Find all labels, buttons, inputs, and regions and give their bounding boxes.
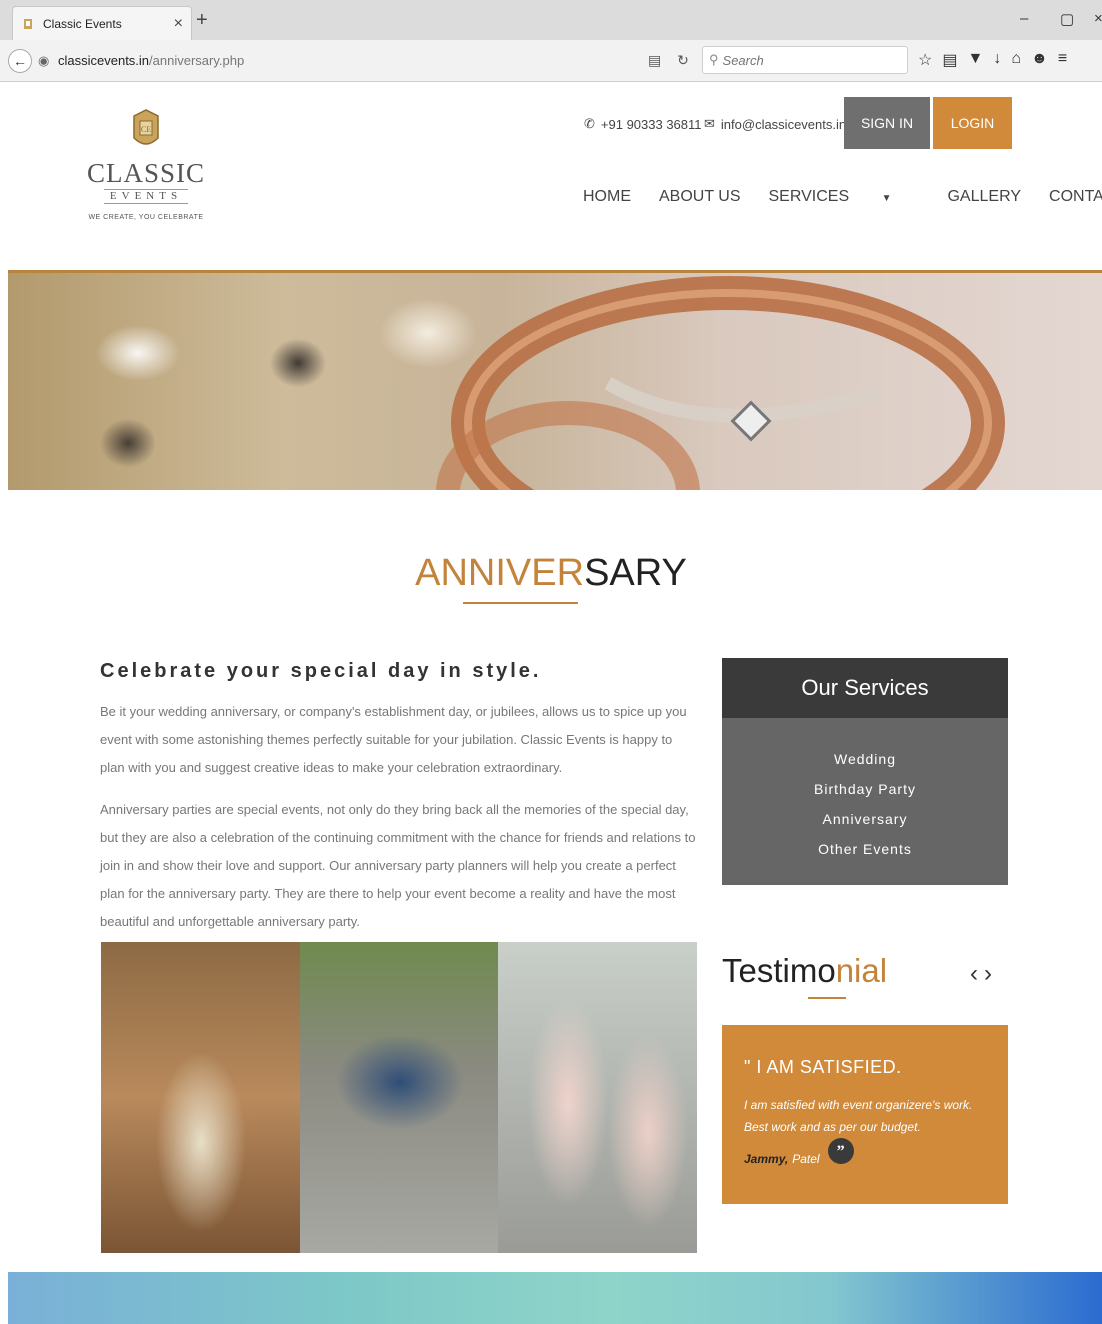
url-path: /anniversary.php — [149, 53, 245, 68]
page-title-accent: ANNIVER — [415, 552, 585, 594]
browser-nav-bar: ← ◉ classicevents.in/anniversary.php ▤ ↻… — [0, 40, 1102, 82]
footer-band — [8, 1272, 1102, 1324]
sign-in-button[interactable]: SIGN IN — [844, 97, 930, 149]
login-button[interactable]: LOGIN — [933, 97, 1012, 149]
gallery-photo-cake[interactable] — [101, 942, 300, 1253]
phone-icon: ✆ — [584, 116, 595, 131]
clipboard-icon[interactable]: ▤ — [942, 50, 957, 70]
tab-close-icon[interactable]: × — [174, 15, 183, 33]
email-contact[interactable]: ✉ info@classicevents.in — [704, 116, 846, 132]
phone-contact[interactable]: ✆ +91 90333 36811 — [584, 116, 702, 132]
service-link-birthday-party[interactable]: Birthday Party — [722, 774, 1008, 804]
nav-home[interactable]: HOME — [583, 188, 631, 206]
url-actions: ▤ ↻ — [648, 52, 689, 69]
testimonial-text: I am satisfied with event organizere's w… — [744, 1098, 973, 1134]
testimonial-carousel-controls: ‹› — [970, 960, 998, 988]
browser-tab[interactable]: Classic Events × — [12, 6, 192, 40]
download-icon[interactable]: ↓ — [993, 50, 1001, 70]
reload-icon[interactable]: ↻ — [677, 52, 689, 68]
home-icon[interactable]: ⌂ — [1011, 50, 1021, 70]
service-link-other-events[interactable]: Other Events — [722, 834, 1008, 864]
intro-paragraph-2: Anniversary parties are special events, … — [100, 802, 696, 929]
pocket-icon[interactable]: ▼ — [967, 50, 983, 70]
testimonial-author: Jammy, Patel ” — [744, 1138, 986, 1166]
nav-services[interactable]: SERVICES ▼ — [769, 188, 920, 206]
browser-toolbar: ☆ ▤ ▼ ↓ ⌂ ☻ ≡ — [918, 50, 1067, 70]
minimize-icon[interactable]: – — [1020, 10, 1028, 27]
page-title: ANNIVERSARY — [0, 552, 1102, 595]
services-list: Wedding Birthday Party Anniversary Other… — [722, 718, 1008, 864]
nav-gallery[interactable]: GALLERY — [947, 188, 1021, 206]
back-arrow-icon[interactable]: ← — [8, 49, 32, 73]
site-info-icon[interactable]: ◉ — [38, 53, 49, 69]
svg-text:CE: CE — [141, 125, 151, 134]
reader-view-icon[interactable]: ▤ — [648, 52, 661, 68]
phone-number: +91 90333 36811 — [600, 116, 702, 132]
photo-gallery — [101, 942, 698, 1253]
menu-icon[interactable]: ≡ — [1058, 50, 1067, 70]
nav-contact-us[interactable]: CONTACT US — [1049, 188, 1102, 206]
tab-title: Classic Events — [43, 16, 122, 31]
restore-icon[interactable]: ▢ — [1060, 10, 1074, 28]
testimonial-title-accent: nial — [835, 952, 888, 989]
new-tab-icon[interactable]: + — [196, 10, 208, 30]
author-last-name: Patel — [792, 1152, 820, 1166]
title-underline — [463, 602, 578, 604]
crest-icon: CE — [129, 108, 163, 152]
site-favicon-icon — [21, 17, 35, 31]
testimonial-headline: " I AM SATISFIED. — [744, 1057, 902, 1077]
browser-search-input[interactable] — [722, 52, 893, 68]
testimonial-underline — [808, 997, 846, 999]
logo-sub: EVENTS — [104, 189, 188, 204]
testimonial-card: " I AM SATISFIED. I am satisfied with ev… — [722, 1025, 1008, 1204]
email-address: info@classicevents.in — [720, 116, 847, 132]
logo-tagline: WE CREATE, YOU CELEBRATE — [88, 214, 204, 221]
envelope-icon: ✉ — [704, 116, 715, 131]
next-arrow-icon[interactable]: › — [984, 960, 998, 987]
testimonial-title: Testimonial — [722, 952, 887, 990]
author-first-name: Jammy, — [744, 1152, 789, 1166]
service-link-wedding[interactable]: Wedding — [722, 744, 1008, 774]
address-bar[interactable]: classicevents.in/anniversary.php — [58, 53, 244, 68]
service-link-anniversary[interactable]: Anniversary — [722, 804, 1008, 834]
gallery-photo-pool-party[interactable] — [299, 942, 499, 1253]
services-panel: Our Services Wedding Birthday Party Anni… — [722, 658, 1008, 885]
hero-banner — [8, 270, 1102, 490]
services-heading: Our Services — [722, 658, 1008, 718]
section-subheading: Celebrate your special day in style. — [100, 660, 542, 682]
quote-icon: ” — [827, 1138, 854, 1164]
nav-services-label: SERVICES — [768, 188, 850, 205]
logo-name: CLASSIC — [86, 158, 206, 188]
emoji-icon[interactable]: ☻ — [1031, 50, 1048, 70]
prev-arrow-icon[interactable]: ‹ — [970, 960, 984, 987]
page-title-rest: SARY — [584, 552, 687, 594]
browser-search-box[interactable]: ⚲ — [702, 46, 908, 74]
testimonial-title-main: Testimo — [722, 952, 836, 989]
url-domain: classicevents.in — [58, 53, 150, 68]
gallery-photo-draped-tables[interactable] — [498, 942, 698, 1253]
search-icon: ⚲ — [709, 52, 719, 67]
nav-about-us[interactable]: ABOUT US — [659, 188, 741, 206]
intro-paragraph-1: Be it your wedding anniversary, or compa… — [100, 704, 687, 775]
main-nav: HOME ABOUT US SERVICES ▼ GALLERY CONTACT… — [583, 188, 1102, 206]
caret-down-icon: ▼ — [881, 193, 892, 204]
browser-tab-bar: Classic Events × + – ▢ × — [0, 0, 1102, 40]
close-window-icon[interactable]: × — [1094, 10, 1102, 27]
ring-image — [436, 276, 1005, 490]
site-logo[interactable]: CE CLASSIC EVENTS WE CREATE, YOU CELEBRA… — [86, 100, 206, 240]
bookmark-star-icon[interactable]: ☆ — [918, 50, 932, 70]
